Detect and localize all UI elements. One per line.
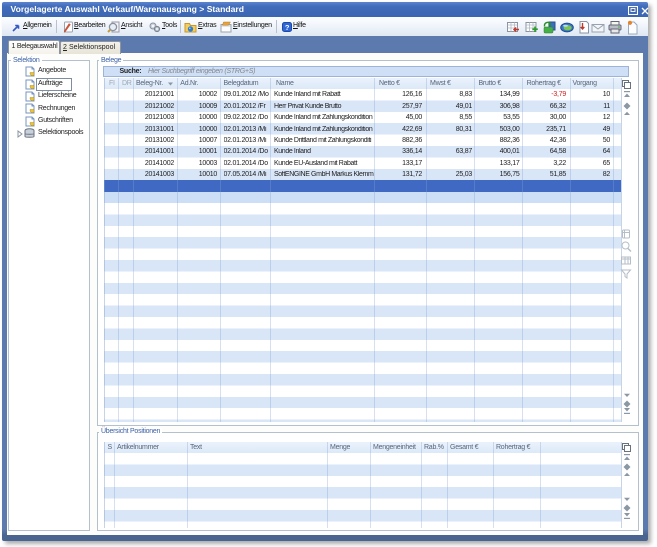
svg-text:?: ?: [284, 23, 289, 32]
